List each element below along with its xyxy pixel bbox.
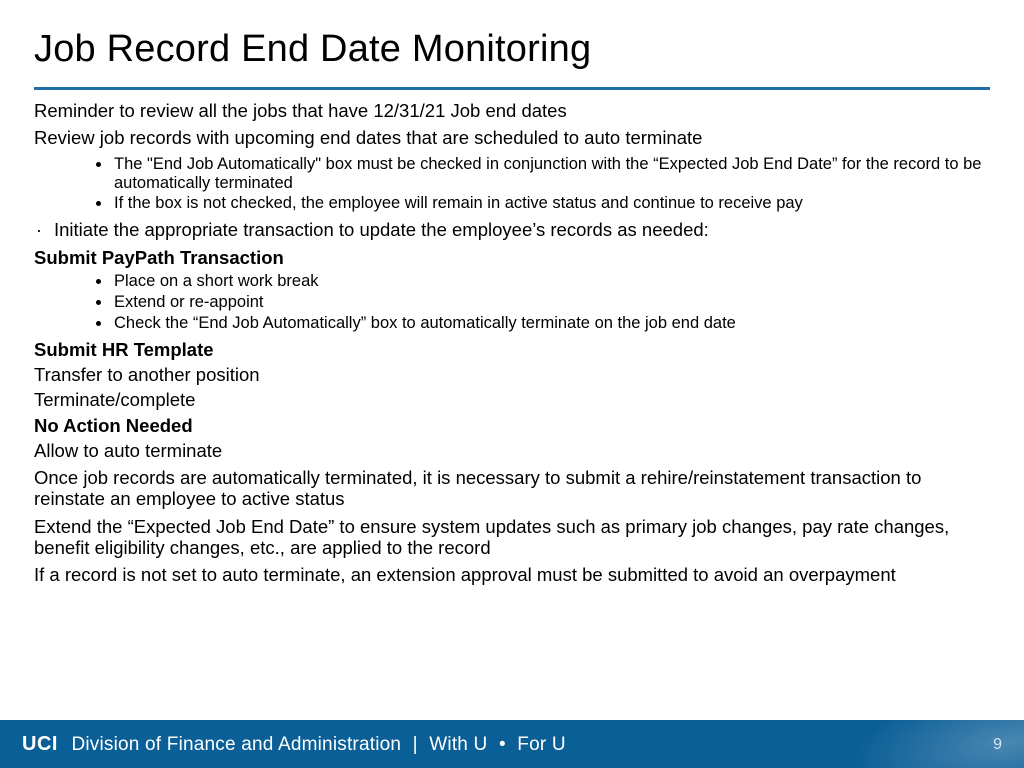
footer-bar: UCI Division of Finance and Administrati… <box>0 720 1024 768</box>
paragraph-extend: Extend the “Expected Job End Date” to en… <box>34 516 990 559</box>
slide: Job Record End Date Monitoring Reminder … <box>0 0 1024 768</box>
paragraph-ifrecord: If a record is not set to auto terminate… <box>34 564 990 585</box>
list-item: Place on a short work break <box>112 272 990 291</box>
paragraph-transfer: Transfer to another position <box>34 364 990 385</box>
footer-text: UCI Division of Finance and Administrati… <box>22 733 566 756</box>
page-number: 9 <box>993 736 1002 754</box>
footer-foru: For U <box>517 734 566 755</box>
footer-separator-dot: • <box>499 734 506 755</box>
paragraph-once: Once job records are automatically termi… <box>34 467 990 510</box>
title-rule <box>34 87 990 90</box>
heading-hrtemplate: Submit HR Template <box>34 339 990 360</box>
footer-withu: With U <box>429 734 487 755</box>
list-item: Check the “End Job Automatically” box to… <box>112 314 990 333</box>
footer-uci-logo: UCI <box>22 733 58 755</box>
paragraph-initiate: · Initiate the appropriate transaction t… <box>34 219 990 240</box>
footer-division: Division of Finance and Administration <box>71 734 401 755</box>
paragraph-terminate: Terminate/complete <box>34 389 990 410</box>
slide-content: Reminder to review all the jobs that hav… <box>0 100 1024 586</box>
paragraph-initiate-text: Initiate the appropriate transaction to … <box>54 219 990 240</box>
paragraph-review: Review job records with upcoming end dat… <box>34 127 990 148</box>
list-item: The "End Job Automatically" box must be … <box>112 155 990 193</box>
slide-title: Job Record End Date Monitoring <box>0 0 1024 81</box>
heading-noaction: No Action Needed <box>34 415 990 436</box>
heading-paypath: Submit PayPath Transaction <box>34 247 990 268</box>
list-item: Extend or re-appoint <box>112 293 990 312</box>
bullet-dot-icon: · <box>34 219 44 240</box>
paragraph-allow: Allow to auto terminate <box>34 440 990 461</box>
sublist-paypath: Place on a short work break Extend or re… <box>112 272 990 333</box>
paragraph-reminder: Reminder to review all the jobs that hav… <box>34 100 990 121</box>
list-item: If the box is not checked, the employee … <box>112 194 990 213</box>
footer-separator-pipe: | <box>413 734 418 755</box>
sublist-review: The "End Job Automatically" box must be … <box>112 155 990 214</box>
